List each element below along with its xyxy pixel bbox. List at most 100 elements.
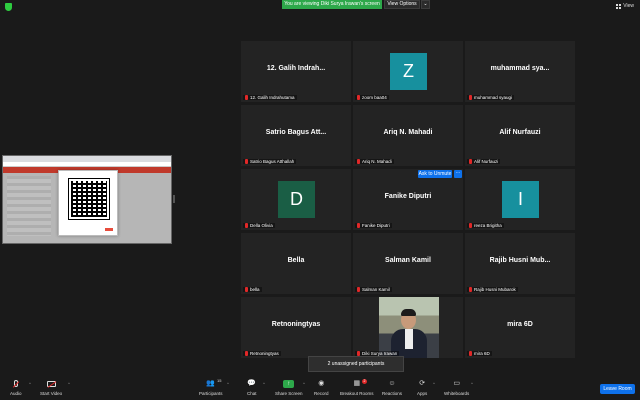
participant-tile[interactable]: Diki Surya Irawan [353,297,463,358]
ask-to-unmute-button[interactable]: Ask to Unmute [418,170,452,178]
shared-screen-view[interactable] [2,155,172,244]
muted-mic-icon [469,159,472,164]
apps-caret-icon[interactable]: ^ [433,381,435,386]
view-options-caret-icon[interactable]: ⌄ [421,0,430,9]
share-screen-icon: ↑ [283,380,295,388]
participant-name-label: Retnoningtyas [243,351,281,356]
participant-label-text: Alif Nurfauzi [474,159,499,164]
unassigned-participants-popup[interactable]: 2 unassigned participants [308,356,404,372]
breakout-rooms-label: Breakout Rooms [340,391,374,396]
participant-name-label: 12. Galih Indrahutama [243,95,297,100]
participant-tile[interactable]: mira 6D mira 6D [465,297,575,358]
whiteboard-icon: ▭ [453,380,460,387]
participant-name-label: bella [243,287,262,292]
participant-tile[interactable]: Satrio Bagus Att... Satrio Bagus Atthalla… [241,105,351,166]
reactions-button[interactable]: ☺ Reactions [382,380,402,396]
participant-tile[interactable]: Rajib Husni Mub... Rajib Husni Mubarok [465,233,575,294]
participant-label-text: Rajib Husni Mubarok [474,287,516,292]
participant-tile[interactable]: D Della Olivia [241,169,351,230]
participant-name-label: Fanike Diputri [355,223,392,228]
participant-name-label: mira 6D [467,351,492,356]
participant-display-name: muhammad sya... [490,65,550,72]
participant-tile[interactable]: Ariq N. Mahadi Ariq N. Mahadi [353,105,463,166]
muted-mic-icon [469,95,472,100]
participant-avatar: D [278,181,315,218]
split-view-handle[interactable] [173,195,175,203]
participant-tile[interactable]: 12. Galih Indrah... 12. Galih Indrahutama [241,41,351,102]
start-video-label: Start Video [40,391,63,396]
participant-tile[interactable]: Fanike Diputri Fanike Diputri [353,169,463,230]
chat-caret-icon[interactable]: ^ [263,381,265,386]
chat-bubble-icon: 💬 [247,380,257,387]
participant-name-label: Alif Nurfauzi [467,159,501,164]
microphone-muted-icon [13,380,18,387]
shared-qr-dialog [58,170,118,236]
shared-dialog-button [105,228,113,231]
participant-tile[interactable]: Zzoom baa04 [353,41,463,102]
participants-caret-icon[interactable]: ^ [227,381,229,386]
qr-code-image [68,178,110,220]
view-options-button[interactable]: View Options [384,0,420,9]
muted-mic-icon [469,223,472,228]
more-options-button[interactable]: ··· [454,170,462,178]
participant-display-name: Satrio Bagus Att... [265,129,327,136]
participant-label-text: zoom baa04 [362,95,387,100]
audio-label: Audio [10,391,22,396]
participant-tile[interactable]: Alif Nurfauzi Alif Nurfauzi [465,105,575,166]
participant-name-label: zoom baa04 [355,95,389,100]
security-shield-icon[interactable] [5,3,12,11]
muted-mic-icon [469,287,472,292]
participant-name-label: Salman Kamil [355,287,392,292]
participant-tile[interactable]: muhammad sya... muhammad syaugi [465,41,575,102]
video-caret-icon[interactable]: ^ [68,381,70,386]
muted-mic-icon [245,351,248,356]
whiteboards-button[interactable]: ▭ Whiteboards [444,380,469,396]
share-screen-label: Share Screen [275,391,303,396]
participant-label-text: reeza Brigitha [474,223,502,228]
participant-name-label: Della Olivia [243,223,275,228]
participant-display-name: 12. Galih Indrah... [266,65,326,72]
whiteboards-label: Whiteboards [444,391,470,396]
participant-display-name: Alif Nurfauzi [499,129,541,136]
apps-button[interactable]: ⟳ Apps [417,380,427,396]
participant-name-label: muhammad syaugi [467,95,515,100]
muted-mic-icon [357,287,360,292]
leave-room-button[interactable]: Leave Room [600,384,635,394]
participant-label-text: Salman Kamil [362,287,390,292]
apps-label: Apps [417,391,428,396]
participant-label-text: Satrio Bagus Atthallah [250,159,295,164]
start-video-button[interactable]: Start Video [40,380,62,396]
record-label: Record [314,391,329,396]
participant-name-label: Satrio Bagus Atthallah [243,159,297,164]
participant-tile[interactable]: Retnoningtyas Retnoningtyas [241,297,351,358]
muted-mic-icon [245,95,248,100]
participant-tile[interactable]: Salman Kamil Salman Kamil [353,233,463,294]
breakout-rooms-button[interactable]: ▦ Breakout Rooms [340,380,374,396]
participant-display-name: Fanike Diputri [384,193,432,200]
muted-mic-icon [469,351,472,356]
view-button-label: View [623,3,634,9]
muted-mic-icon [357,95,360,100]
muted-mic-icon [245,223,248,228]
share-caret-icon[interactable]: ^ [303,381,305,386]
muted-mic-icon [357,159,360,164]
participant-label-text: mira 6D [474,351,490,356]
chat-button[interactable]: 💬 Chat [247,380,257,396]
participant-tile[interactable]: Bella bella [241,233,351,294]
participants-label: Participants [199,391,223,396]
audio-caret-icon[interactable]: ^ [29,381,31,386]
record-icon: ◉ [318,380,325,387]
participant-label-text: Ariq N. Mahadi [362,159,392,164]
whiteboards-caret-icon[interactable]: ^ [471,381,473,386]
audio-button[interactable]: Audio [10,380,22,396]
record-button[interactable]: ◉ Record [314,380,329,396]
participants-icon: 👥 [206,380,216,387]
share-screen-button[interactable]: ↑ Share Screen [275,380,303,396]
muted-mic-icon [245,287,248,292]
participant-avatar: Z [390,53,427,90]
apps-icon: ⟳ [419,380,426,387]
participant-tile[interactable]: Ireeza Brigitha [465,169,575,230]
participant-display-name: mira 6D [507,321,533,328]
view-button[interactable]: View [616,3,634,9]
participant-avatar: I [502,181,539,218]
